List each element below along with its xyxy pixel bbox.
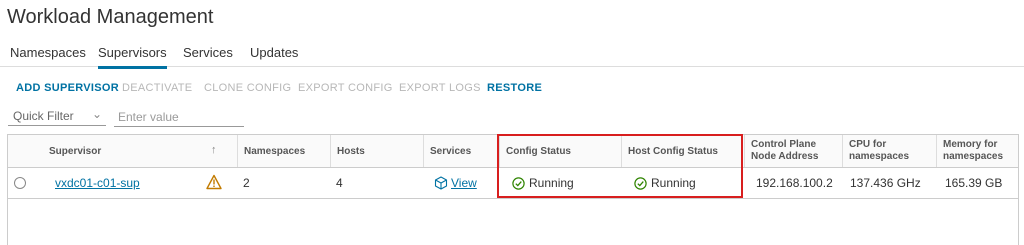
- namespaces-cell: 2: [243, 176, 250, 190]
- cube-icon: [434, 176, 448, 190]
- supervisor-cell: vxdc01-c01-sup: [49, 168, 199, 198]
- add-supervisor-button[interactable]: ADD SUPERVISOR: [16, 82, 119, 94]
- header-memory-line2: namespaces: [943, 151, 1004, 162]
- header-cpu[interactable]: CPU for namespaces: [842, 135, 936, 167]
- table-row[interactable]: vxdc01-c01-sup 2 4 View Running Running …: [8, 168, 1018, 199]
- action-bar: ADD SUPERVISOR DEACTIVATE CLONE CONFIG E…: [0, 80, 1024, 98]
- host-config-status-text: Running: [651, 176, 696, 190]
- export-config-button[interactable]: EXPORT CONFIG: [298, 82, 393, 94]
- header-cpu-line2: namespaces: [849, 151, 910, 162]
- tab-namespaces[interactable]: Namespaces: [10, 45, 86, 60]
- row-select-radio[interactable]: [14, 177, 26, 189]
- table-header: Supervisor ↑ Namespaces Hosts Services C…: [8, 135, 1018, 168]
- control-plane-cell: 192.168.100.2: [756, 176, 833, 190]
- hosts-cell: 4: [336, 176, 343, 190]
- tab-bar: Namespaces Supervisors Services Updates: [0, 38, 1024, 69]
- check-circle-icon: [512, 176, 525, 190]
- header-host-config-status[interactable]: Host Config Status: [621, 135, 744, 167]
- config-status-cell: Running: [506, 168, 621, 198]
- export-logs-button[interactable]: EXPORT LOGS: [399, 82, 481, 94]
- cpu-cell: 137.436 GHz: [850, 176, 921, 190]
- tab-updates[interactable]: Updates: [250, 45, 298, 60]
- header-memory[interactable]: Memory for namespaces: [936, 135, 1018, 167]
- check-circle-icon: [634, 176, 647, 190]
- warning-triangle-icon[interactable]: [206, 174, 222, 190]
- header-memory-line1: Memory for: [943, 139, 998, 150]
- quick-filter-label: Quick Filter: [13, 109, 74, 123]
- quick-filter-select[interactable]: Quick Filter ⌄: [8, 107, 106, 126]
- header-config-status[interactable]: Config Status: [499, 135, 621, 167]
- header-control-plane-line2: Node Address: [751, 151, 819, 162]
- arrow-up-icon[interactable]: ↑: [211, 144, 217, 156]
- memory-cell: 165.39 GB: [945, 176, 1003, 190]
- filter-value-input[interactable]: [114, 107, 244, 127]
- services-cell: View: [428, 168, 498, 198]
- tab-supervisors[interactable]: Supervisors: [98, 45, 167, 69]
- deactivate-button[interactable]: DEACTIVATE: [122, 82, 192, 94]
- services-view-link[interactable]: View: [451, 176, 477, 190]
- header-cpu-line1: CPU for: [849, 139, 887, 150]
- host-config-status-cell: Running: [628, 168, 743, 198]
- header-supervisor[interactable]: Supervisor: [43, 135, 201, 167]
- header-namespaces[interactable]: Namespaces: [237, 135, 330, 167]
- supervisors-table: Supervisor ↑ Namespaces Hosts Services C…: [7, 134, 1019, 245]
- supervisor-link[interactable]: vxdc01-c01-sup: [55, 176, 140, 190]
- header-control-plane-line1: Control Plane: [751, 139, 817, 150]
- chevron-down-icon: ⌄: [91, 107, 102, 121]
- restore-button[interactable]: RESTORE: [487, 82, 542, 94]
- tab-services[interactable]: Services: [183, 45, 233, 60]
- header-control-plane[interactable]: Control Plane Node Address: [744, 135, 842, 167]
- header-hosts[interactable]: Hosts: [330, 135, 423, 167]
- page-title: Workload Management: [7, 6, 214, 28]
- header-services[interactable]: Services: [423, 135, 499, 167]
- clone-config-button[interactable]: CLONE CONFIG: [204, 82, 291, 94]
- config-status-text: Running: [529, 176, 574, 190]
